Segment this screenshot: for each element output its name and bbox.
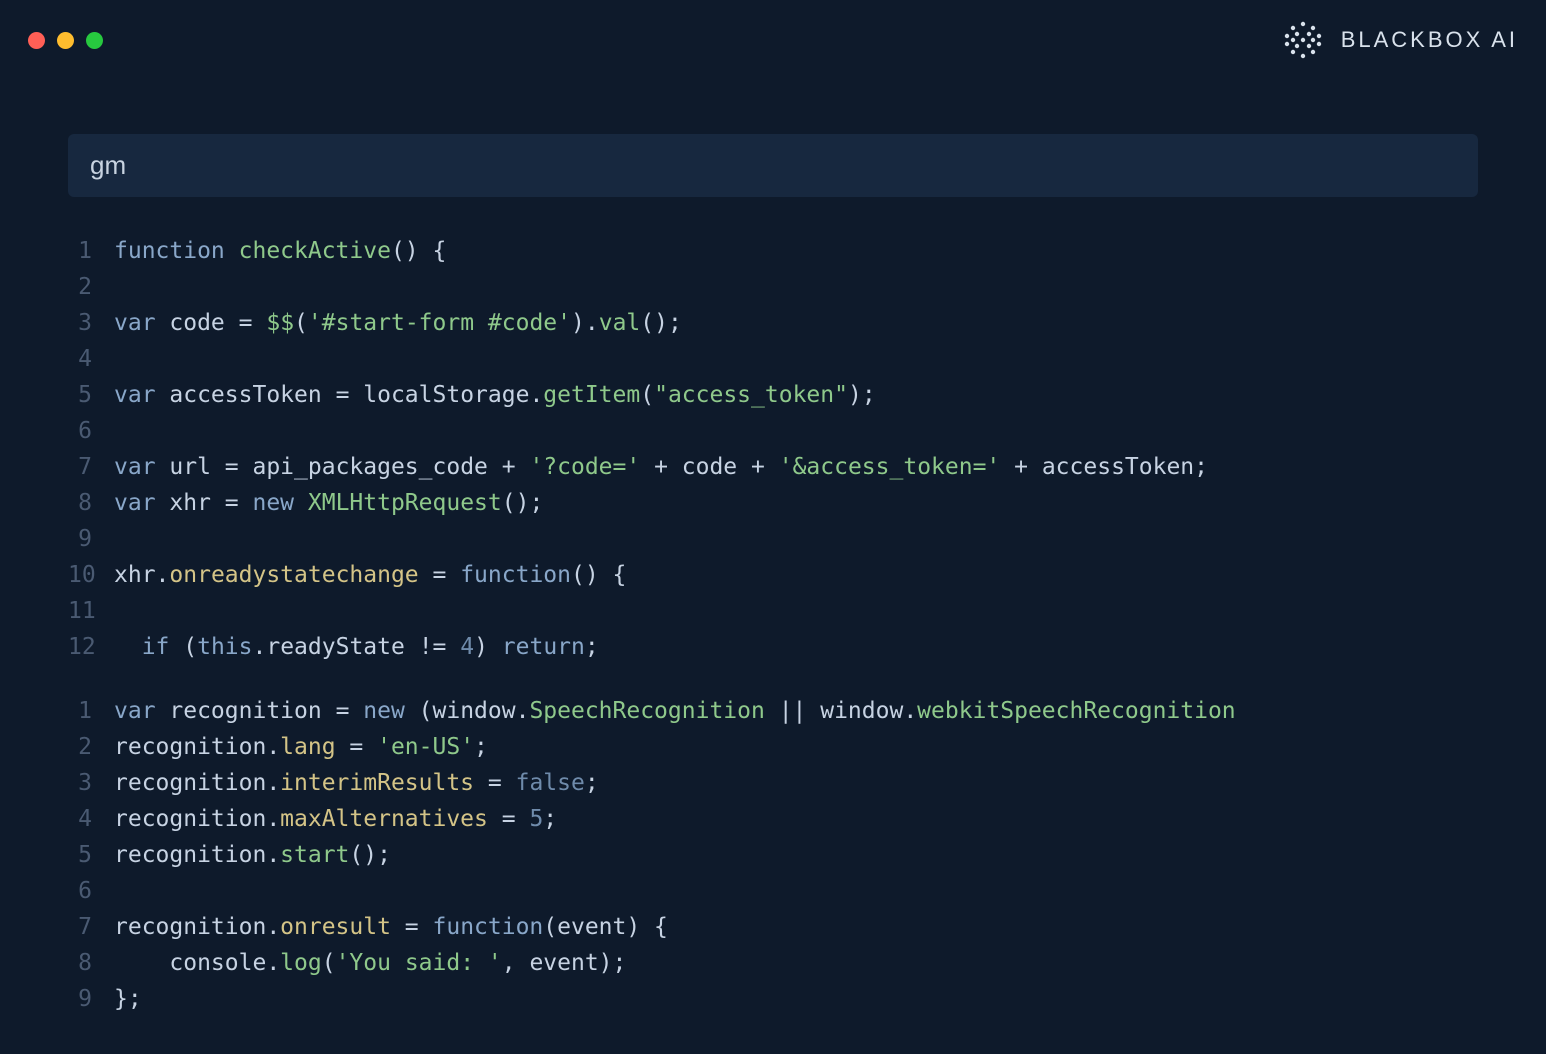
code-results: 1function checkActive() {2 3var code = $… [68, 233, 1478, 1017]
minimize-window-button[interactable] [57, 32, 74, 49]
line-number: 3 [68, 765, 114, 801]
code-content: recognition.maxAlternatives = 5; [114, 801, 557, 837]
line-number: 2 [68, 729, 114, 765]
code-content [114, 269, 128, 305]
line-number: 4 [68, 341, 114, 377]
brand: BLACKBOX AI [1281, 18, 1518, 62]
code-content: var accessToken = localStorage.getItem("… [114, 377, 876, 413]
code-line: 11 [68, 593, 1478, 629]
brand-name: BLACKBOX AI [1341, 27, 1518, 53]
content: gm 1function checkActive() {2 3var code … [0, 72, 1546, 1017]
search-input[interactable]: gm [68, 134, 1478, 197]
line-number: 4 [68, 801, 114, 837]
line-number: 5 [68, 377, 114, 413]
line-number: 11 [68, 593, 114, 629]
search-query-text: gm [90, 150, 126, 180]
code-line: 1function checkActive() { [68, 233, 1478, 269]
brand-logo-icon [1281, 18, 1325, 62]
code-content: recognition.start(); [114, 837, 391, 873]
titlebar: BLACKBOX AI [0, 0, 1546, 72]
code-line: 5recognition.start(); [68, 837, 1478, 873]
code-line: 3var code = $$('#start-form #code').val(… [68, 305, 1478, 341]
line-number: 6 [68, 873, 114, 909]
code-line: 2recognition.lang = 'en-US'; [68, 729, 1478, 765]
line-number: 7 [68, 909, 114, 945]
code-content [114, 593, 128, 629]
code-content: recognition.interimResults = false; [114, 765, 599, 801]
code-content: var url = api_packages_code + '?code=' +… [114, 449, 1208, 485]
code-content: recognition.onresult = function(event) { [114, 909, 668, 945]
code-block[interactable]: 1var recognition = new (window.SpeechRec… [68, 693, 1478, 1017]
code-content: var code = $$('#start-form #code').val()… [114, 305, 682, 341]
line-number: 7 [68, 449, 114, 485]
code-line: 8 console.log('You said: ', event); [68, 945, 1478, 981]
line-number: 5 [68, 837, 114, 873]
code-line: 4recognition.maxAlternatives = 5; [68, 801, 1478, 837]
window-controls [28, 32, 103, 49]
code-content: }; [114, 981, 142, 1017]
code-line: 1var recognition = new (window.SpeechRec… [68, 693, 1478, 729]
line-number: 1 [68, 233, 114, 269]
line-number: 10 [68, 557, 114, 593]
code-line: 3recognition.interimResults = false; [68, 765, 1478, 801]
line-number: 12 [68, 629, 114, 665]
code-line: 12 if (this.readyState != 4) return; [68, 629, 1478, 665]
line-number: 8 [68, 485, 114, 521]
code-content [114, 413, 128, 449]
code-line: 6 [68, 873, 1478, 909]
line-number: 2 [68, 269, 114, 305]
code-content: if (this.readyState != 4) return; [114, 629, 599, 665]
code-line: 9}; [68, 981, 1478, 1017]
line-number: 1 [68, 693, 114, 729]
code-content: var xhr = new XMLHttpRequest(); [114, 485, 543, 521]
code-line: 5var accessToken = localStorage.getItem(… [68, 377, 1478, 413]
code-content [114, 341, 128, 377]
code-line: 2 [68, 269, 1478, 305]
code-content: recognition.lang = 'en-US'; [114, 729, 488, 765]
maximize-window-button[interactable] [86, 32, 103, 49]
code-line: 7recognition.onresult = function(event) … [68, 909, 1478, 945]
code-line: 8var xhr = new XMLHttpRequest(); [68, 485, 1478, 521]
code-content [114, 873, 128, 909]
line-number: 3 [68, 305, 114, 341]
line-number: 9 [68, 981, 114, 1017]
code-line: 7var url = api_packages_code + '?code=' … [68, 449, 1478, 485]
code-line: 4 [68, 341, 1478, 377]
code-content: console.log('You said: ', event); [114, 945, 626, 981]
code-content: xhr.onreadystatechange = function() { [114, 557, 626, 593]
code-block[interactable]: 1function checkActive() {2 3var code = $… [68, 233, 1478, 665]
line-number: 6 [68, 413, 114, 449]
close-window-button[interactable] [28, 32, 45, 49]
code-content: function checkActive() { [114, 233, 446, 269]
code-line: 10xhr.onreadystatechange = function() { [68, 557, 1478, 593]
code-line: 6 [68, 413, 1478, 449]
code-line: 9 [68, 521, 1478, 557]
code-content: var recognition = new (window.SpeechReco… [114, 693, 1236, 729]
line-number: 8 [68, 945, 114, 981]
line-number: 9 [68, 521, 114, 557]
code-content [114, 521, 128, 557]
